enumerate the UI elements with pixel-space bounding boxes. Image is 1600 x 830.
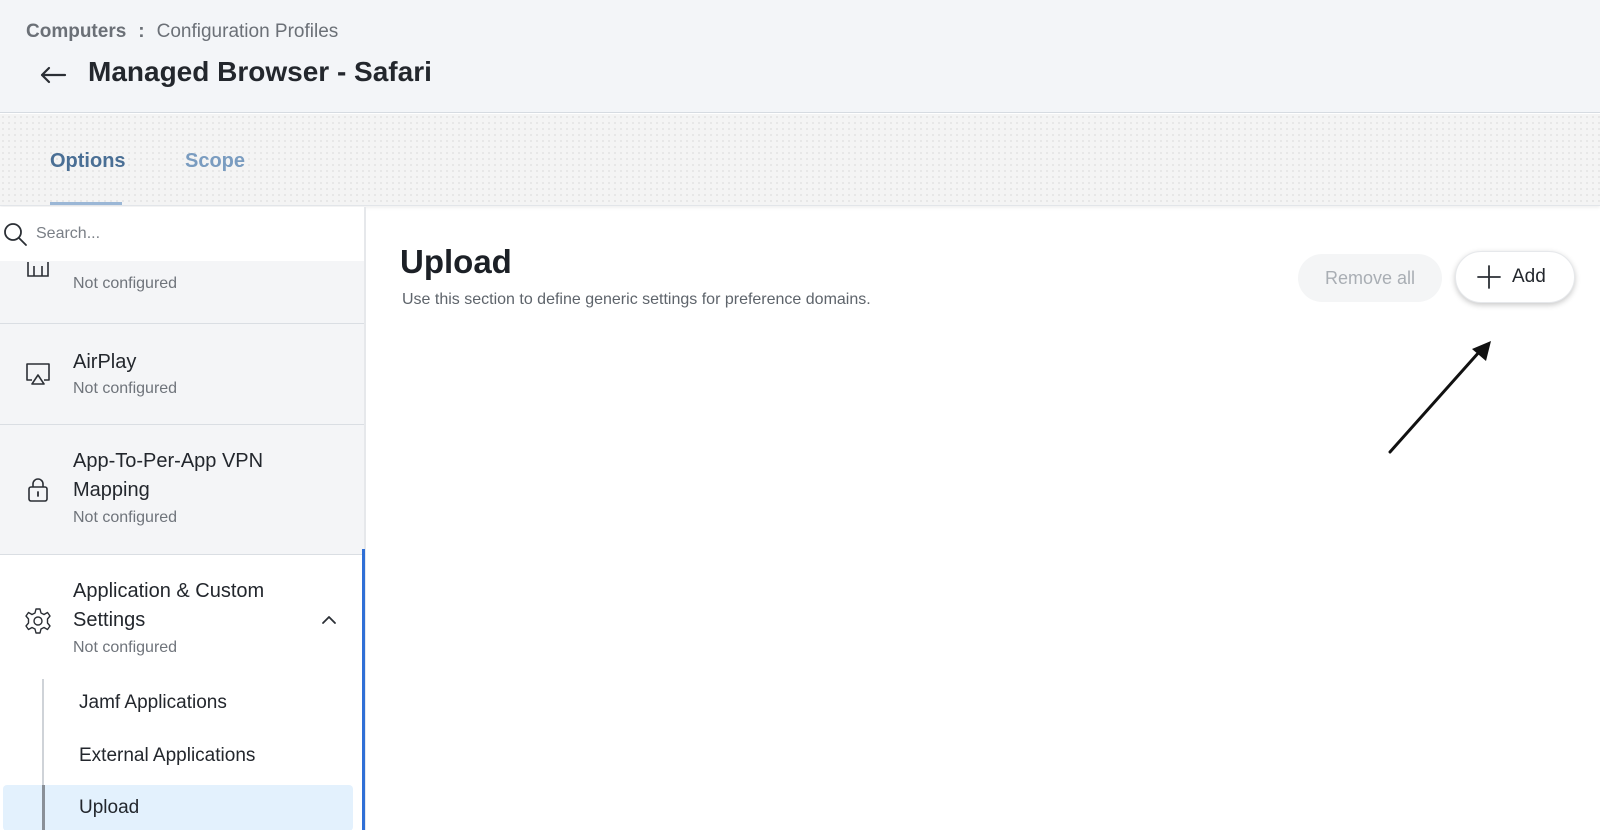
selected-sub-item-marker: [42, 785, 45, 830]
breadcrumb-separator: :: [138, 21, 145, 42]
add-button[interactable]: Add: [1455, 251, 1575, 303]
tab-scope[interactable]: Scope: [185, 150, 245, 173]
sidebar-item-vpn-mapping[interactable]: App-To-Per-App VPN Mapping Not configure…: [0, 425, 364, 555]
sidebar-item-airplay[interactable]: AirPlay Not configured: [0, 324, 364, 425]
tab-options[interactable]: Options: [50, 150, 126, 173]
sidebar-item-status: Not configured: [73, 275, 178, 292]
page-header: Computers : Configuration Profiles Manag…: [0, 0, 1600, 113]
plus-icon: [1477, 265, 1501, 289]
annotation-arrow-icon: [1388, 341, 1491, 454]
sub-item-jamf-applications[interactable]: Jamf Applications: [79, 692, 227, 714]
breadcrumb: Computers : Configuration Profiles: [26, 21, 338, 43]
sidebar-item-status: Not configured: [73, 509, 178, 526]
sidebar-item-label: App-To-Per-App VPN Mapping: [73, 450, 264, 501]
selected-sub-item-background: [3, 785, 353, 830]
sidebar-item-app-custom-settings[interactable]: Application & Custom Settings Not config…: [0, 555, 364, 685]
sidebar-item-partial[interactable]: Not configured: [0, 261, 364, 324]
active-section-indicator: [362, 549, 365, 830]
sub-item-external-applications[interactable]: External Applications: [79, 745, 255, 767]
back-arrow-icon[interactable]: [38, 60, 68, 90]
add-button-label: Add: [1512, 266, 1546, 287]
sidebar-search: [0, 207, 364, 261]
breadcrumb-parent[interactable]: Computers: [26, 21, 126, 43]
search-icon: [4, 223, 27, 246]
active-tab-indicator: [50, 202, 122, 205]
breadcrumb-current[interactable]: Configuration Profiles: [157, 21, 339, 43]
airplay-icon: [26, 363, 50, 385]
page-title: Managed Browser - Safari: [88, 56, 432, 87]
sidebar-item-status: Not configured: [73, 380, 178, 397]
search-input[interactable]: [36, 219, 336, 249]
section-description: Use this section to define generic setti…: [402, 291, 871, 308]
tab-bar: Options Scope: [0, 114, 1600, 206]
chevron-up-icon[interactable]: [320, 611, 338, 629]
gear-icon: [25, 608, 51, 634]
sidebar-item-label: AirPlay: [73, 351, 137, 373]
sub-item-upload[interactable]: Upload: [79, 797, 139, 819]
sidebar-item-label: Application & Custom Settings: [73, 580, 265, 631]
lock-icon: [28, 478, 48, 502]
sidebar: Not configured AirPlay Not configured Ap…: [0, 207, 366, 830]
sidebar-item-status: Not configured: [73, 639, 178, 656]
remove-all-button[interactable]: Remove all: [1298, 254, 1442, 302]
section-title: Upload: [400, 243, 512, 280]
